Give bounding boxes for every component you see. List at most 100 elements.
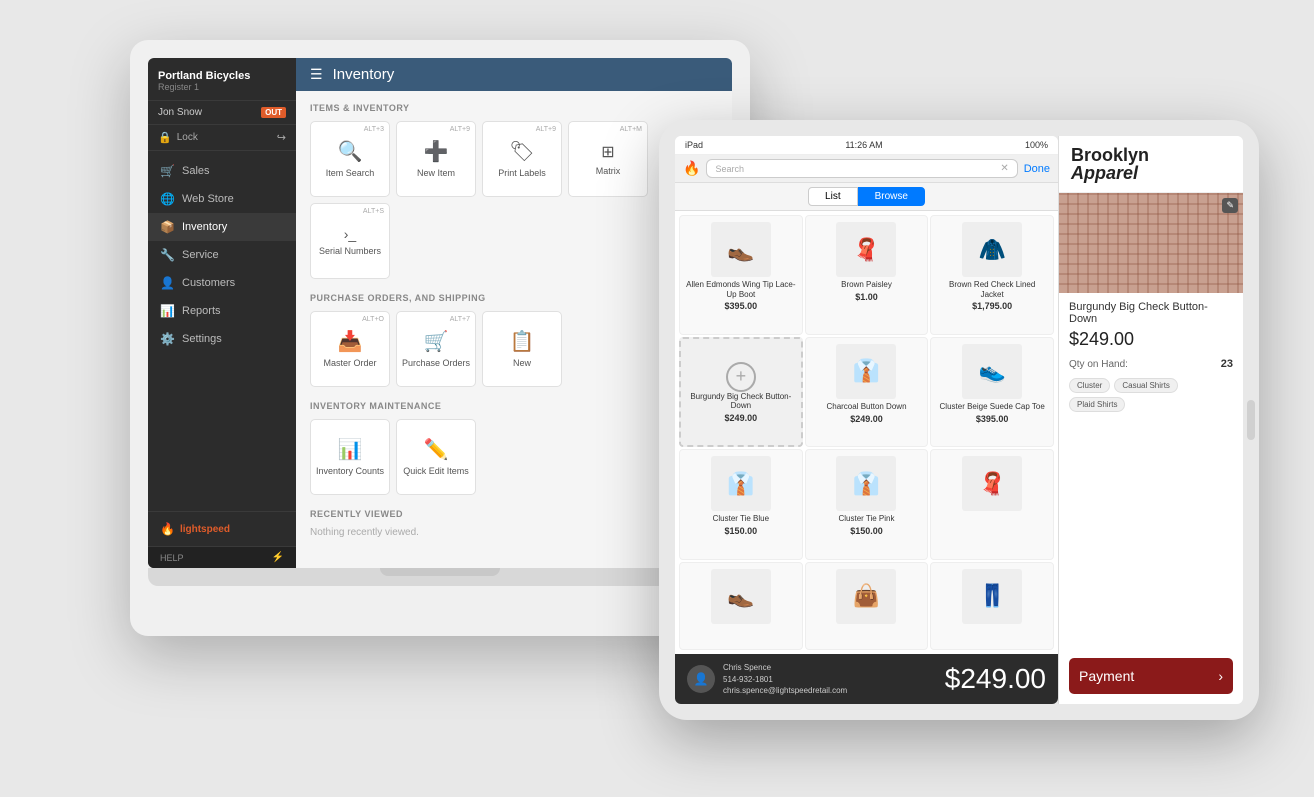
qty-label: Qty on Hand: bbox=[1069, 359, 1128, 370]
tag-plaid-shirts[interactable]: Plaid Shirts bbox=[1069, 397, 1125, 412]
serial-numbers-label: Serial Numbers bbox=[319, 246, 381, 257]
matrix-card[interactable]: ALT+M ⊞ Matrix bbox=[568, 121, 648, 197]
flame-logo-icon: 🔥 bbox=[160, 522, 175, 536]
product-name-beige: Cluster Beige Suede Cap Toe bbox=[940, 402, 1045, 412]
tag-casual-shirts[interactable]: Casual Shirts bbox=[1114, 378, 1178, 393]
help-bar: HELP ⚡ bbox=[148, 546, 296, 568]
serial-numbers-card[interactable]: ALT+S ›_ Serial Numbers bbox=[310, 203, 390, 279]
sidebar-nav: 🛒 Sales 🌐 Web Store 📦 Inventory 🔧 Servic… bbox=[148, 151, 296, 511]
product-price-paisley: $1.00 bbox=[855, 292, 878, 302]
product-cell-shoes[interactable]: 👞 bbox=[679, 562, 803, 651]
laptop-base bbox=[148, 568, 732, 586]
product-cell-tie-pink[interactable]: 👔 Cluster Tie Pink $150.00 bbox=[805, 449, 929, 559]
browse-tab[interactable]: Browse bbox=[858, 187, 925, 206]
plaid-pattern bbox=[1059, 193, 1243, 293]
product-price-tie-blue: $150.00 bbox=[725, 526, 758, 536]
ipad-status-bar: iPad 11:26 AM 100% bbox=[675, 136, 1058, 155]
product-img-scarf: 🧣 bbox=[962, 456, 1022, 511]
product-name-tie-blue: Cluster Tie Blue bbox=[713, 514, 769, 524]
section3-label: INVENTORY MAINTENANCE bbox=[310, 401, 718, 411]
edit-icon[interactable]: ✎ bbox=[1222, 198, 1238, 213]
purchase-orders-label: Purchase Orders bbox=[402, 358, 470, 369]
webstore-icon: 🌐 bbox=[160, 192, 174, 206]
product-cell-jacket[interactable]: 🧥 Brown Red Check Lined Jacket $1,795.00 bbox=[930, 215, 1054, 335]
done-button[interactable]: Done bbox=[1024, 163, 1050, 175]
sidebar-item-service[interactable]: 🔧 Service bbox=[148, 241, 296, 269]
lock-item[interactable]: 🔒 Lock bbox=[158, 131, 198, 144]
inventory-counts-card[interactable]: 📊 Inventory Counts bbox=[310, 419, 390, 495]
sidebar-item-customers[interactable]: 👤 Customers bbox=[148, 269, 296, 297]
search-placeholder: Search bbox=[715, 164, 744, 174]
sidebar-item-webstore[interactable]: 🌐 Web Store bbox=[148, 185, 296, 213]
purchase-orders-card[interactable]: ALT+7 🛒 Purchase Orders bbox=[396, 311, 476, 387]
print-labels-card[interactable]: ALT+9 🏷 Print Labels bbox=[482, 121, 562, 197]
product-cell-charcoal[interactable]: 👔 Charcoal Button Down $249.00 bbox=[805, 337, 929, 447]
purchase-orders-icon: 🛒 bbox=[424, 329, 449, 354]
detail-body: Burgundy Big Check Button-Down $249.00 Q… bbox=[1059, 293, 1243, 650]
logout-icon[interactable]: ↪ bbox=[277, 131, 286, 144]
inventory-counts-icon: 📊 bbox=[338, 437, 363, 462]
ipad-device: iPad 11:26 AM 100% 🔥 Search ✕ Done List … bbox=[659, 120, 1259, 720]
product-img-charcoal: 👔 bbox=[836, 344, 896, 399]
ipad-home-button[interactable] bbox=[1247, 400, 1255, 440]
nothing-text: Nothing recently viewed. bbox=[310, 527, 718, 538]
new-item-icon: ➕ bbox=[424, 139, 449, 164]
master-order-card[interactable]: ALT+O 📥 Master Order bbox=[310, 311, 390, 387]
lock-row: 🔒 Lock ↪ bbox=[148, 125, 296, 151]
search-box[interactable]: Search ✕ bbox=[706, 159, 1017, 178]
detail-price: $249.00 bbox=[1069, 329, 1233, 350]
section2-label: PURCHASE ORDERS, AND SHIPPING bbox=[310, 293, 718, 303]
sidebar-item-sales[interactable]: 🛒 Sales bbox=[148, 157, 296, 185]
product-cell-boots[interactable]: 👞 Allen Edmonds Wing Tip Lace-Up Boot $3… bbox=[679, 215, 803, 335]
product-cell-pants[interactable]: 👖 bbox=[930, 562, 1054, 651]
item-search-label: Item Search bbox=[326, 168, 375, 179]
item-search-card[interactable]: ALT+3 🔍 Item Search bbox=[310, 121, 390, 197]
settings-icon: ⚙️ bbox=[160, 332, 174, 346]
help-label[interactable]: HELP bbox=[160, 553, 184, 563]
product-name-jacket: Brown Red Check Lined Jacket bbox=[937, 280, 1047, 299]
sidebar-item-inventory-label: Inventory bbox=[182, 221, 227, 233]
sidebar-item-inventory[interactable]: 📦 Inventory bbox=[148, 213, 296, 241]
product-name-burgundy: Burgundy Big Check Button-Down bbox=[687, 392, 795, 411]
product-cell-paisley[interactable]: 🧣 Brown Paisley $1.00 bbox=[805, 215, 929, 335]
recently-viewed-section: RECENTLY VIEWED Nothing recently viewed. bbox=[310, 509, 718, 538]
register-label: Register 1 bbox=[158, 82, 286, 92]
product-cell-beige[interactable]: 👟 Cluster Beige Suede Cap Toe $395.00 bbox=[930, 337, 1054, 447]
add-circle-icon[interactable]: + bbox=[726, 362, 756, 392]
list-tab[interactable]: List bbox=[808, 187, 858, 206]
new-card[interactable]: 📋 New bbox=[482, 311, 562, 387]
product-img-pants: 👖 bbox=[962, 569, 1022, 624]
sidebar-item-service-label: Service bbox=[182, 249, 219, 261]
product-grid: 👞 Allen Edmonds Wing Tip Lace-Up Boot $3… bbox=[675, 211, 1058, 654]
product-cell-tie-blue[interactable]: 👔 Cluster Tie Blue $150.00 bbox=[679, 449, 803, 559]
product-cell-bag[interactable]: 👜 bbox=[805, 562, 929, 651]
bolt-icon: ⚡ bbox=[272, 552, 284, 563]
tag-cluster[interactable]: Cluster bbox=[1069, 378, 1110, 393]
new-item-label: New Item bbox=[417, 168, 455, 179]
shortcut-altm: ALT+M bbox=[620, 126, 642, 133]
payment-button[interactable]: Payment › bbox=[1069, 658, 1233, 694]
product-cell-scarf[interactable]: 🧣 bbox=[930, 449, 1054, 559]
quick-edit-card[interactable]: ✏️ Quick Edit Items bbox=[396, 419, 476, 495]
customer-email: chris.spence@lightspeedretail.com bbox=[723, 685, 847, 696]
product-detail-panel: Brooklyn Apparel ✎ Burgundy Big Check Bu… bbox=[1058, 136, 1243, 704]
product-img-shoes: 👞 bbox=[711, 569, 771, 624]
sidebar-item-settings[interactable]: ⚙️ Settings bbox=[148, 325, 296, 353]
sidebar-item-reports[interactable]: 📊 Reports bbox=[148, 297, 296, 325]
laptop-device: Portland Bicycles Register 1 Jon Snow OU… bbox=[130, 40, 750, 740]
product-price-tie-pink: $150.00 bbox=[850, 526, 883, 536]
clear-search-icon[interactable]: ✕ bbox=[1000, 163, 1008, 174]
product-img-boots: 👞 bbox=[711, 222, 771, 277]
recently-viewed-label: RECENTLY VIEWED bbox=[310, 509, 718, 519]
sidebar-item-customers-label: Customers bbox=[182, 277, 235, 289]
ipad-footer: 👤 Chris Spence 514-932-1801 chris.spence… bbox=[675, 654, 1058, 704]
new-label: New bbox=[513, 358, 531, 369]
qty-row: Qty on Hand: 23 bbox=[1069, 358, 1233, 370]
new-item-card[interactable]: ALT+9 ➕ New Item bbox=[396, 121, 476, 197]
detail-product-name: Burgundy Big Check Button-Down bbox=[1069, 301, 1233, 325]
hamburger-icon[interactable]: ☰ bbox=[310, 66, 323, 83]
product-cell-add[interactable]: + Burgundy Big Check Button-Down $249.00 bbox=[679, 337, 803, 447]
product-img-tie-blue: 👔 bbox=[711, 456, 771, 511]
lightspeed-logo-area: 🔥 lightspeed bbox=[148, 511, 296, 546]
print-labels-label: Print Labels bbox=[498, 168, 546, 179]
